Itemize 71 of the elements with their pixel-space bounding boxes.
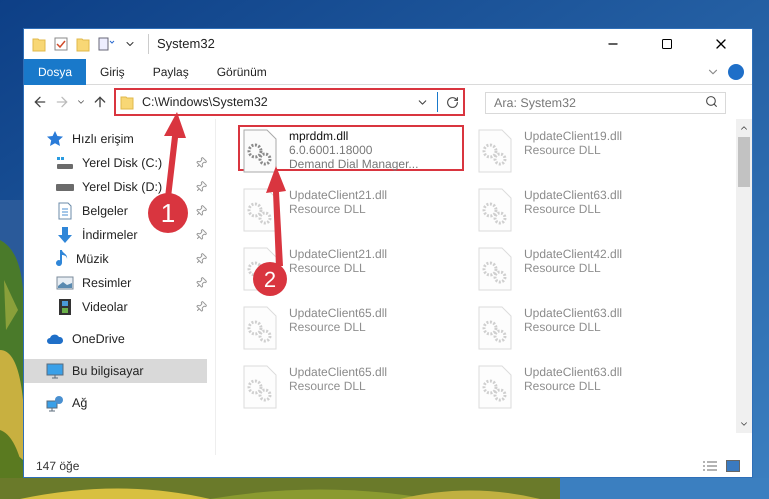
file-name: UpdateClient65.dll xyxy=(289,365,388,379)
file-name: UpdateClient19.dll xyxy=(524,129,622,143)
nav-item[interactable]: İndirmeler xyxy=(24,223,146,247)
file-detail: Resource DLL xyxy=(524,202,602,216)
folder-icon xyxy=(32,36,46,52)
ribbon-tab[interactable]: Giriş xyxy=(86,58,139,84)
file-detail: Resource DLL xyxy=(524,143,602,157)
file-detail: Demand Dial Manager... xyxy=(289,157,418,171)
music-note-icon xyxy=(56,250,68,268)
gear-file-icon xyxy=(243,129,277,173)
address-field[interactable]: C:\Windows\System32 xyxy=(114,88,465,116)
scrollbar[interactable] xyxy=(736,119,752,433)
file-detail: 6.0.6001.18000 xyxy=(289,143,374,157)
network-icon xyxy=(46,394,64,412)
nav-item[interactable]: Videolar xyxy=(24,295,136,319)
file-name: UpdateClient63.dll xyxy=(524,365,622,379)
ribbon-tab[interactable]: Görünüm xyxy=(202,58,281,84)
gear-file-icon xyxy=(478,306,512,350)
file-detail: Resource DLL xyxy=(524,379,602,393)
star-icon xyxy=(46,130,64,148)
maximize-icon xyxy=(661,38,673,50)
nav-item[interactable]: Hızlı erişim xyxy=(24,127,142,151)
gear-file-icon xyxy=(478,129,512,173)
item-count: 147 öğe xyxy=(36,458,80,475)
file-name: UpdateClient42.dll xyxy=(524,247,622,261)
nav-item[interactable]: Resimler xyxy=(24,271,140,295)
monitor-icon xyxy=(46,362,64,380)
nav-item[interactable]: Ağ xyxy=(24,391,96,415)
film-icon xyxy=(56,298,74,316)
gear-file-icon xyxy=(478,188,512,232)
file-detail: Resource DLL xyxy=(289,320,367,334)
properties-icon[interactable] xyxy=(98,37,116,51)
ribbon-tab[interactable]: Dosya xyxy=(24,58,86,84)
file-detail: Resource DLL xyxy=(289,261,367,275)
picture-icon xyxy=(56,274,74,292)
file-detail: Resource DLL xyxy=(524,261,602,275)
help-icon[interactable] xyxy=(728,64,744,80)
file-name: UpdateClient63.dll xyxy=(524,306,622,320)
back-button[interactable] xyxy=(32,94,48,110)
refresh-icon[interactable] xyxy=(446,96,459,108)
nav-item[interactable]: Müzik xyxy=(24,247,117,271)
file-detail: Resource DLL xyxy=(289,202,367,216)
gear-file-icon xyxy=(243,365,277,409)
nav-item[interactable]: OneDrive xyxy=(24,327,133,351)
file-name: UpdateClient21.dll xyxy=(289,188,388,202)
file-name: mprddm.dll xyxy=(289,129,350,143)
file-name: UpdateClient21.dll xyxy=(289,247,388,261)
file-name: UpdateClient63.dll xyxy=(524,188,622,202)
file-detail: Resource DLL xyxy=(289,379,367,393)
details-view-icon[interactable] xyxy=(702,460,718,472)
gear-file-icon xyxy=(243,306,277,350)
folder-icon xyxy=(120,94,134,110)
scroll-thumb[interactable] xyxy=(738,137,750,187)
nav-item[interactable]: Bu bilgisayar xyxy=(24,359,207,383)
search-field[interactable]: Ara: System32 xyxy=(485,92,726,114)
up-button[interactable] xyxy=(92,94,108,110)
file-detail: Resource DLL xyxy=(524,320,602,334)
ribbon-tab[interactable]: Paylaş xyxy=(138,58,203,84)
file-name: UpdateClient65.dll xyxy=(289,306,388,320)
window-title: System32 xyxy=(148,34,215,54)
gear-file-icon xyxy=(478,247,512,291)
nav-item[interactable]: Belgeler xyxy=(24,199,136,223)
new-folder-icon xyxy=(76,36,90,52)
nav-item[interactable]: Yerel Disk (C:) xyxy=(24,151,170,175)
gear-file-icon xyxy=(478,365,512,409)
drive-icon xyxy=(56,154,74,172)
drive-icon xyxy=(56,184,74,190)
down-arrow-icon xyxy=(56,226,74,244)
search-icon[interactable] xyxy=(705,95,718,108)
document-icon xyxy=(56,202,74,220)
checklist-icon[interactable] xyxy=(54,37,68,51)
